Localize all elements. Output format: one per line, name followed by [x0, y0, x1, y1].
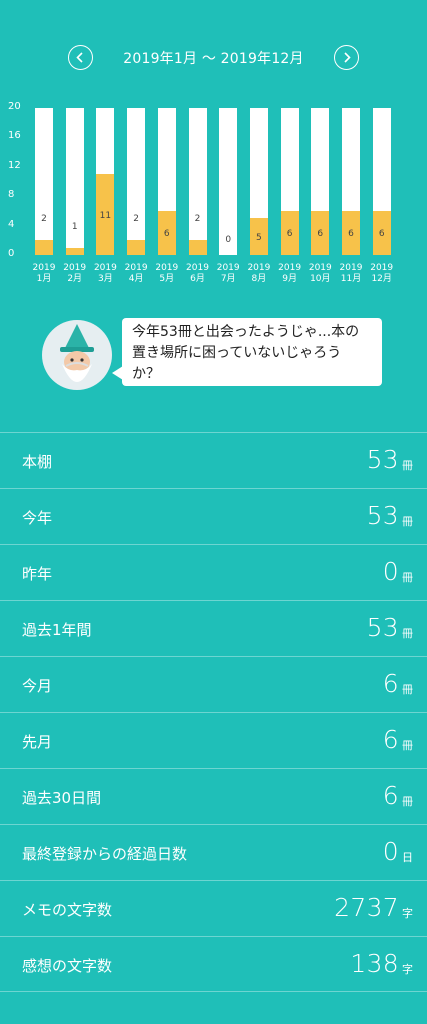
- bar-track: 5: [249, 108, 268, 255]
- stat-label: 今年: [22, 509, 53, 527]
- stat-row-last-year: 昨年 0 冊: [0, 544, 427, 600]
- stat-value: 6: [382, 669, 399, 698]
- stat-label: メモの文字数: [22, 901, 113, 919]
- bar-value-label: 6: [348, 228, 354, 239]
- bar-track: 6: [342, 108, 360, 255]
- speech-bubble: 今年53冊と出会ったようじゃ...本の 置き場所に困っていないじゃろう か？: [122, 318, 382, 386]
- stat-unit: 冊: [402, 571, 413, 584]
- x-tick-label: 2019 12月: [370, 263, 394, 284]
- y-tick-label: 12: [8, 159, 21, 171]
- bar-value-label: 6: [286, 228, 293, 239]
- bar-track: 6: [372, 108, 391, 255]
- stat-value: 2737: [334, 893, 399, 922]
- bar-track: 6: [157, 108, 176, 255]
- bar-track: 2: [127, 108, 146, 255]
- bar-value-label: 5: [256, 232, 262, 243]
- stat-unit: 字: [402, 907, 413, 920]
- stat-label: 感想の文字数: [22, 957, 113, 975]
- bar-track: 2: [188, 108, 207, 255]
- previous-period-button[interactable]: [68, 45, 93, 70]
- bar-value-label: 0: [225, 235, 232, 245]
- chevron-left-icon: [76, 52, 83, 63]
- bar-value-label: 1: [71, 221, 78, 232]
- stat-row-review-chars: 感想の文字数 138 字: [0, 936, 427, 992]
- stat-unit: 冊: [402, 515, 413, 528]
- bubble-line-3: か？: [132, 366, 160, 382]
- wizard-icon: [60, 324, 94, 382]
- stat-value: 0: [382, 837, 399, 866]
- y-tick-label: 20: [8, 101, 21, 112]
- bar-value-label: 6: [163, 228, 170, 239]
- stat-unit: 冊: [402, 627, 413, 640]
- bar: [188, 240, 207, 255]
- period-header: 2019年1月 〜 2019年12月: [0, 40, 427, 76]
- stat-label: 最終登録からの経過日数: [22, 845, 188, 863]
- stat-value: 53: [366, 613, 399, 642]
- y-tick-label: 4: [8, 218, 15, 230]
- bar-track: 2: [35, 108, 53, 255]
- y-tick-label: 16: [8, 130, 21, 142]
- stat-row-past-year: 過去1年間 53 冊: [0, 600, 427, 656]
- stat-row-this-month: 今月 6 冊: [0, 656, 427, 712]
- bar-value-label: 2: [133, 214, 139, 225]
- bubble-line-2: 置き場所に困っていないじゃろう: [132, 345, 342, 361]
- bar-value-label: 6: [317, 228, 324, 239]
- stat-unit: 日: [402, 851, 413, 864]
- stats-list: 本棚 53 冊 今年 53 冊 昨年 0 冊 過去1年間 53 冊 今月 6 冊…: [0, 432, 427, 992]
- stat-row-past-30-days: 過去30日間 6 冊: [0, 768, 427, 824]
- stat-value: 0: [382, 557, 399, 586]
- stat-value: 6: [382, 725, 399, 754]
- bubble-line-1: 今年53冊と出会ったようじゃ...本の: [132, 324, 360, 340]
- y-tick-label: 8: [8, 189, 15, 201]
- next-period-button[interactable]: [334, 45, 359, 70]
- stat-unit: 冊: [402, 739, 413, 752]
- bar: [127, 240, 146, 255]
- stat-value: 138: [350, 949, 399, 978]
- stat-row-days-since-last: 最終登録からの経過日数 0 日: [0, 824, 427, 880]
- bar: [65, 247, 84, 255]
- stat-row-this-year: 今年 53 冊: [0, 488, 427, 544]
- period-range: 2019年1月 〜 2019年12月: [123, 51, 304, 67]
- stat-unit: 冊: [402, 683, 413, 696]
- stat-value: 53: [366, 445, 399, 474]
- chevron-right-icon: [344, 52, 351, 63]
- bar-track: 1: [65, 108, 84, 255]
- stat-label: 今月: [22, 677, 53, 695]
- bar-value-label: 11: [99, 210, 112, 221]
- bar-track: 0: [219, 108, 238, 255]
- bar-value-label: 2: [194, 214, 201, 225]
- stat-label: 過去30日間: [22, 789, 102, 807]
- stat-row-last-month: 先月 6 冊: [0, 712, 427, 768]
- stat-label: 先月: [22, 733, 53, 751]
- bar: [35, 240, 53, 255]
- bar-track: 11: [96, 108, 115, 255]
- stat-value: 53: [366, 501, 399, 530]
- stat-unit: 冊: [402, 795, 413, 808]
- y-tick-label: 0: [8, 248, 15, 259]
- stat-unit: 冊: [402, 459, 413, 472]
- bar-value-label: 2: [41, 214, 47, 225]
- stat-value: 6: [382, 781, 399, 810]
- monthly-books-chart: 20 16 12 8 4 0 2 2019 1月 1 2019 2月 11 2019 3月 2 2019 4月 6 2…: [0, 95, 427, 295]
- stat-unit: 字: [402, 963, 413, 976]
- wizard-avatar: [42, 320, 112, 390]
- bar-track: 6: [280, 108, 299, 255]
- stat-label: 過去1年間: [22, 621, 92, 639]
- bar-track: 6: [311, 108, 330, 255]
- bar-value-label: 6: [378, 228, 385, 239]
- stat-label: 本棚: [22, 453, 53, 471]
- stat-label: 昨年: [22, 565, 53, 583]
- stat-row-memo-chars: メモの文字数 2737 字: [0, 880, 427, 936]
- stat-row-bookshelf: 本棚 53 冊: [0, 432, 427, 488]
